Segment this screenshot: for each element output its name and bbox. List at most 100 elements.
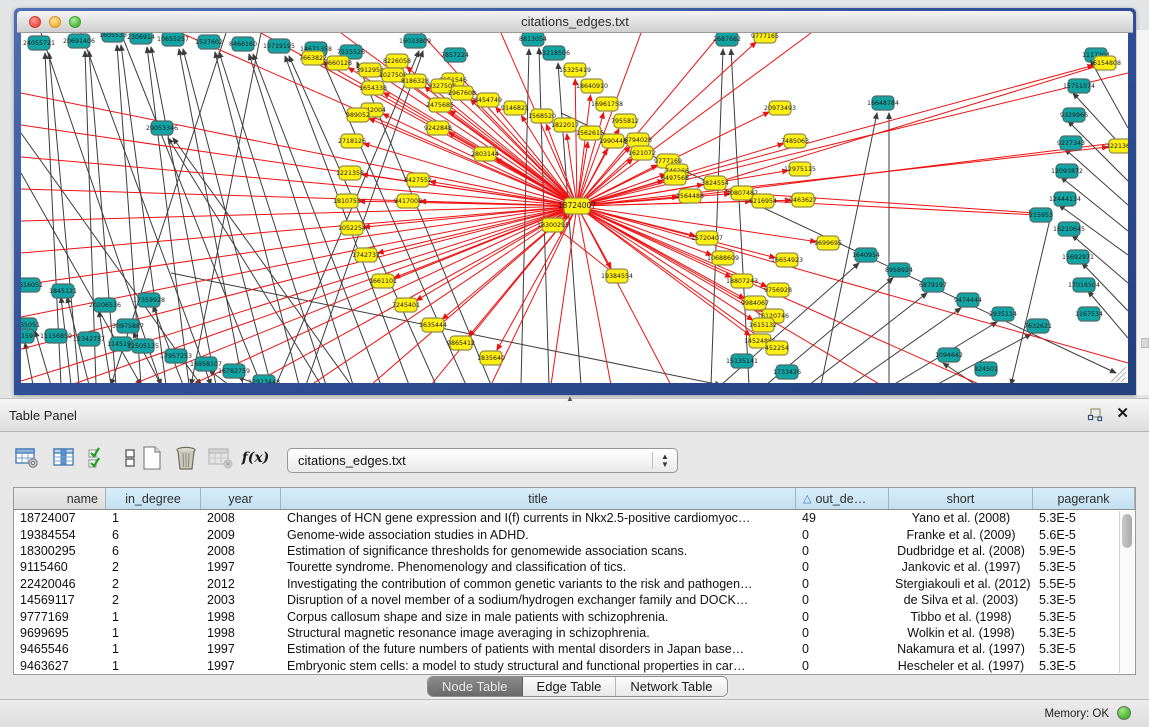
cell-name[interactable]: 9463627 [14, 659, 106, 673]
tab-edge-table[interactable]: Edge Table [523, 677, 617, 696]
graph-node[interactable]: 1635444 [419, 318, 447, 332]
cell-name[interactable]: 18724007 [14, 511, 106, 525]
cell-in_degree[interactable]: 2 [106, 560, 201, 574]
graph-node[interactable]: 9865412 [447, 336, 475, 350]
graph-node[interactable]: 2687682 [713, 33, 741, 46]
graph-node[interactable]: 19384554 [601, 269, 633, 283]
table-row[interactable]: 1938455462009Genome-wide association stu… [14, 526, 1135, 542]
graph-node[interactable]: 8226058 [383, 54, 411, 68]
edge-black[interactable] [147, 47, 189, 383]
graph-node[interactable]: 9660128 [324, 56, 352, 70]
cell-out_de[interactable]: 0 [796, 626, 889, 640]
edge-red[interactable] [577, 95, 591, 206]
cell-title[interactable]: Changes of HCN gene expression and I(f) … [281, 511, 796, 525]
cell-out_de[interactable]: 0 [796, 642, 889, 656]
cell-short[interactable]: Dudbridge et al. (2008) [889, 544, 1033, 558]
cell-in_degree[interactable]: 2 [106, 577, 201, 591]
graph-node[interactable]: 6879197 [919, 278, 947, 292]
cell-short[interactable]: Jankovic et al. (1997) [889, 560, 1033, 574]
cell-out_de[interactable]: 49 [796, 511, 889, 525]
edge-red[interactable] [715, 65, 1101, 183]
tab-node-table[interactable]: Node Table [428, 677, 523, 696]
graph-node[interactable]: 18640910 [576, 79, 608, 93]
graph-node[interactable]: 8186328 [401, 74, 429, 88]
graph-node[interactable]: 9242848 [424, 121, 452, 135]
graph-node[interactable]: 24055721 [23, 36, 55, 50]
cell-short[interactable]: Tibbo et al. (1998) [889, 610, 1033, 624]
cell-name[interactable]: 9777169 [14, 610, 106, 624]
graph-node[interactable]: 1742737 [352, 248, 380, 262]
canvas-resize-grip[interactable] [1116, 372, 1126, 382]
function-icon[interactable]: f(x) [242, 443, 269, 472]
cell-name[interactable]: 19384554 [14, 528, 106, 542]
edge-black[interactable] [306, 51, 423, 383]
edge-black[interactable] [219, 52, 326, 383]
graph-node[interactable]: 1615132 [749, 318, 777, 332]
graph-node[interactable]: 1568520 [528, 109, 556, 123]
cell-title[interactable]: Disruption of a novel member of a sodium… [281, 593, 796, 607]
graph-node[interactable]: 1654338 [359, 81, 387, 95]
table-row[interactable]: 1456911722003Disruption of a novel membe… [14, 592, 1135, 608]
graph-node[interactable]: 15751074 [1063, 79, 1095, 93]
edge-red[interactable] [369, 118, 577, 206]
cell-name[interactable]: 9115460 [14, 560, 106, 574]
graph-node[interactable]: 20691406 [63, 34, 95, 48]
graph-node[interactable]: 1221358 [336, 166, 364, 180]
graph-node[interactable]: 9463627 [789, 193, 817, 207]
table-scrollbar[interactable] [1119, 511, 1134, 673]
cell-in_degree[interactable]: 1 [106, 642, 201, 656]
graph-node[interactable]: 9984067 [741, 296, 769, 310]
graph-node[interactable]: 7955812 [611, 114, 639, 128]
cell-year[interactable]: 2009 [201, 528, 281, 542]
graph-node[interactable]: 2935114 [989, 307, 1017, 321]
graph-node[interactable]: 12444134 [1049, 192, 1081, 206]
graph-node[interactable]: 12975115 [784, 162, 816, 176]
graph-node[interactable]: 8813054 [519, 33, 547, 46]
cell-name[interactable]: 14569117 [14, 593, 106, 607]
cell-name[interactable]: 9699695 [14, 626, 106, 640]
cell-title[interactable]: Estimation of significance thresholds fo… [281, 544, 796, 558]
cell-title[interactable]: Structural magnetic resonance image aver… [281, 626, 796, 640]
graph-node[interactable]: 1835640 [477, 351, 505, 365]
edge-red[interactable] [577, 206, 712, 255]
graph-node[interactable]: 10655257 [157, 33, 189, 46]
cell-year[interactable]: 1997 [201, 560, 281, 574]
cell-year[interactable]: 1997 [201, 642, 281, 656]
column-header-title[interactable]: title [281, 488, 796, 509]
graph-node[interactable]: 16961758 [591, 97, 623, 111]
graph-node[interactable]: 9227343 [1057, 136, 1085, 150]
graph-node[interactable]: 989052 [346, 108, 370, 122]
graph-node[interactable]: 2564486 [676, 189, 704, 203]
graph-node[interactable]: 13218506 [538, 46, 570, 60]
graph-node[interactable]: 9329966 [1060, 108, 1088, 122]
cell-title[interactable]: Tourette syndrome. Phenomenology and cla… [281, 560, 796, 574]
edge-red-ray[interactable] [577, 73, 1128, 206]
cell-in_degree[interactable]: 6 [106, 528, 201, 542]
table-row[interactable]: 1872400712008Changes of HCN gene express… [14, 510, 1135, 526]
cell-year[interactable]: 2012 [201, 577, 281, 591]
edge-red-ray[interactable] [21, 206, 577, 349]
cell-out_de[interactable]: 0 [796, 544, 889, 558]
cell-short[interactable]: Hescheler et al. (1997) [889, 659, 1033, 673]
column-header-short[interactable]: short [889, 488, 1033, 509]
graph-node[interactable]: 1661101 [369, 274, 397, 288]
graph-node[interactable]: 9756928 [764, 283, 792, 297]
graph-node[interactable]: 9146821 [501, 101, 529, 115]
cell-in_degree[interactable]: 1 [106, 511, 201, 525]
column-header-name[interactable]: name [14, 488, 106, 509]
graph-node[interactable]: 16648784 [867, 96, 899, 110]
graph-node[interactable]: 9417008 [394, 194, 422, 208]
graph-node[interactable]: 18807243 [726, 274, 758, 288]
cell-title[interactable]: Corpus callosum shape and size in male p… [281, 610, 796, 624]
graph-node[interactable]: 2475685 [426, 98, 454, 112]
edge-red-ray[interactable] [191, 206, 577, 383]
table-row[interactable]: 946554611997Estimation of the future num… [14, 641, 1135, 657]
edge-black[interactable] [851, 308, 961, 383]
graph-node[interactable]: 7245401 [392, 298, 420, 312]
graph-node[interactable]: 6794028 [624, 133, 652, 147]
graph-node[interactable]: 2967608 [448, 86, 476, 100]
table-row[interactable]: 2242004622012Investigating the contribut… [14, 576, 1135, 592]
graph-node[interactable]: 15325419 [559, 63, 591, 77]
graph-node[interactable]: 7632621 [1024, 319, 1052, 333]
cell-title[interactable]: Investigating the contribution of common… [281, 577, 796, 591]
